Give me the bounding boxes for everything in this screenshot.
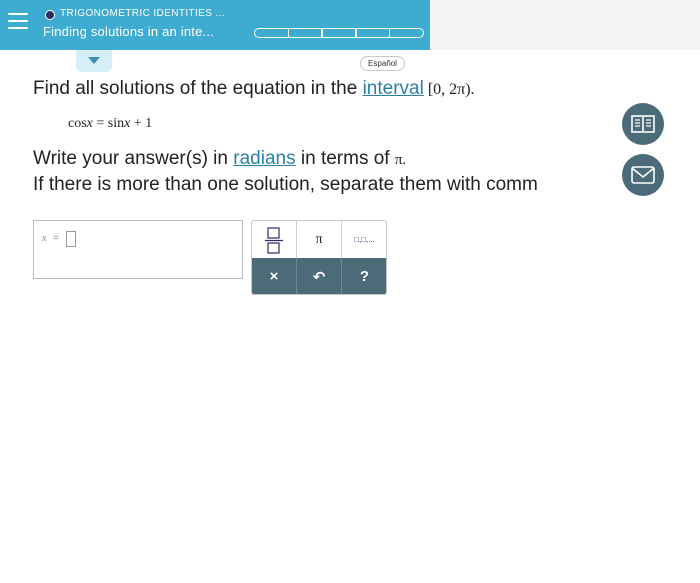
- progress-segment: [287, 28, 323, 38]
- help-icon: ?: [359, 268, 370, 285]
- book-icon: [631, 115, 655, 133]
- answer-equals: =: [53, 233, 59, 244]
- collapse-tab[interactable]: [76, 50, 112, 72]
- clear-button[interactable]: ×: [252, 258, 297, 294]
- list-key[interactable]: □,□,...: [342, 221, 386, 258]
- fraction-key[interactable]: [252, 221, 297, 258]
- pi-key-label: π: [315, 231, 323, 247]
- question-line-2-text: Write your answer(s) in: [33, 148, 234, 169]
- progress-segment: [355, 28, 391, 38]
- equation-rhs-constant: + 1: [133, 116, 153, 131]
- radians-link[interactable]: radians: [233, 148, 295, 169]
- top-bar: TRIGONOMETRIC IDENTITIES ... Finding sol…: [0, 0, 430, 50]
- topic-title[interactable]: Finding solutions in an inte...: [43, 24, 214, 39]
- book-button[interactable]: [622, 103, 664, 145]
- list-key-label: □,□,...: [354, 235, 375, 244]
- topic-status-dot: [45, 10, 55, 20]
- equation-rhs-variable: x: [124, 116, 131, 131]
- equation-rhs-function: sin: [107, 116, 125, 131]
- equation-equals: =: [96, 116, 105, 131]
- mail-icon: [631, 166, 655, 184]
- mail-button[interactable]: [622, 154, 664, 196]
- question-line-2-suffix: in terms of: [295, 148, 395, 169]
- interval-notation: [0, 2π).: [427, 81, 475, 98]
- topic-label[interactable]: TRIGONOMETRIC IDENTITIES ...: [60, 8, 225, 19]
- answer-input-slot[interactable]: [66, 231, 76, 247]
- progress-segment: [254, 28, 290, 38]
- question-line-2: Write your answer(s) in radians in terms…: [33, 148, 406, 170]
- equation-lhs-function: cos: [68, 116, 87, 131]
- help-button[interactable]: ?: [342, 258, 386, 294]
- undo-button[interactable]: ↶: [297, 258, 342, 294]
- interval-link[interactable]: interval: [363, 78, 424, 99]
- equation: cosx = sinx + 1: [68, 116, 152, 132]
- language-toggle-button[interactable]: Español: [360, 56, 405, 71]
- undo-icon: ↶: [312, 268, 326, 286]
- equation-lhs-variable: x: [86, 116, 93, 131]
- chevron-down-icon: [88, 57, 100, 64]
- fraction-icon: [265, 226, 283, 254]
- top-bar-right-area: [430, 0, 700, 50]
- answer-variable: x: [42, 233, 47, 244]
- question-line-3: If there is more than one solution, sepa…: [33, 174, 538, 195]
- progress-bar: [254, 28, 425, 38]
- hamburger-menu-icon[interactable]: [8, 13, 28, 35]
- pi-symbol: π.: [394, 152, 407, 168]
- progress-segment: [388, 28, 425, 38]
- question-line-1-text: Find all solutions of the equation in th…: [33, 78, 363, 99]
- pi-key[interactable]: π: [297, 221, 342, 258]
- close-icon: ×: [269, 268, 279, 285]
- question-line-1: Find all solutions of the equation in th…: [33, 78, 475, 100]
- math-keypad: π □,□,... × ↶ ?: [251, 220, 387, 295]
- progress-segment: [321, 28, 357, 38]
- answer-input-box[interactable]: x =: [33, 220, 243, 279]
